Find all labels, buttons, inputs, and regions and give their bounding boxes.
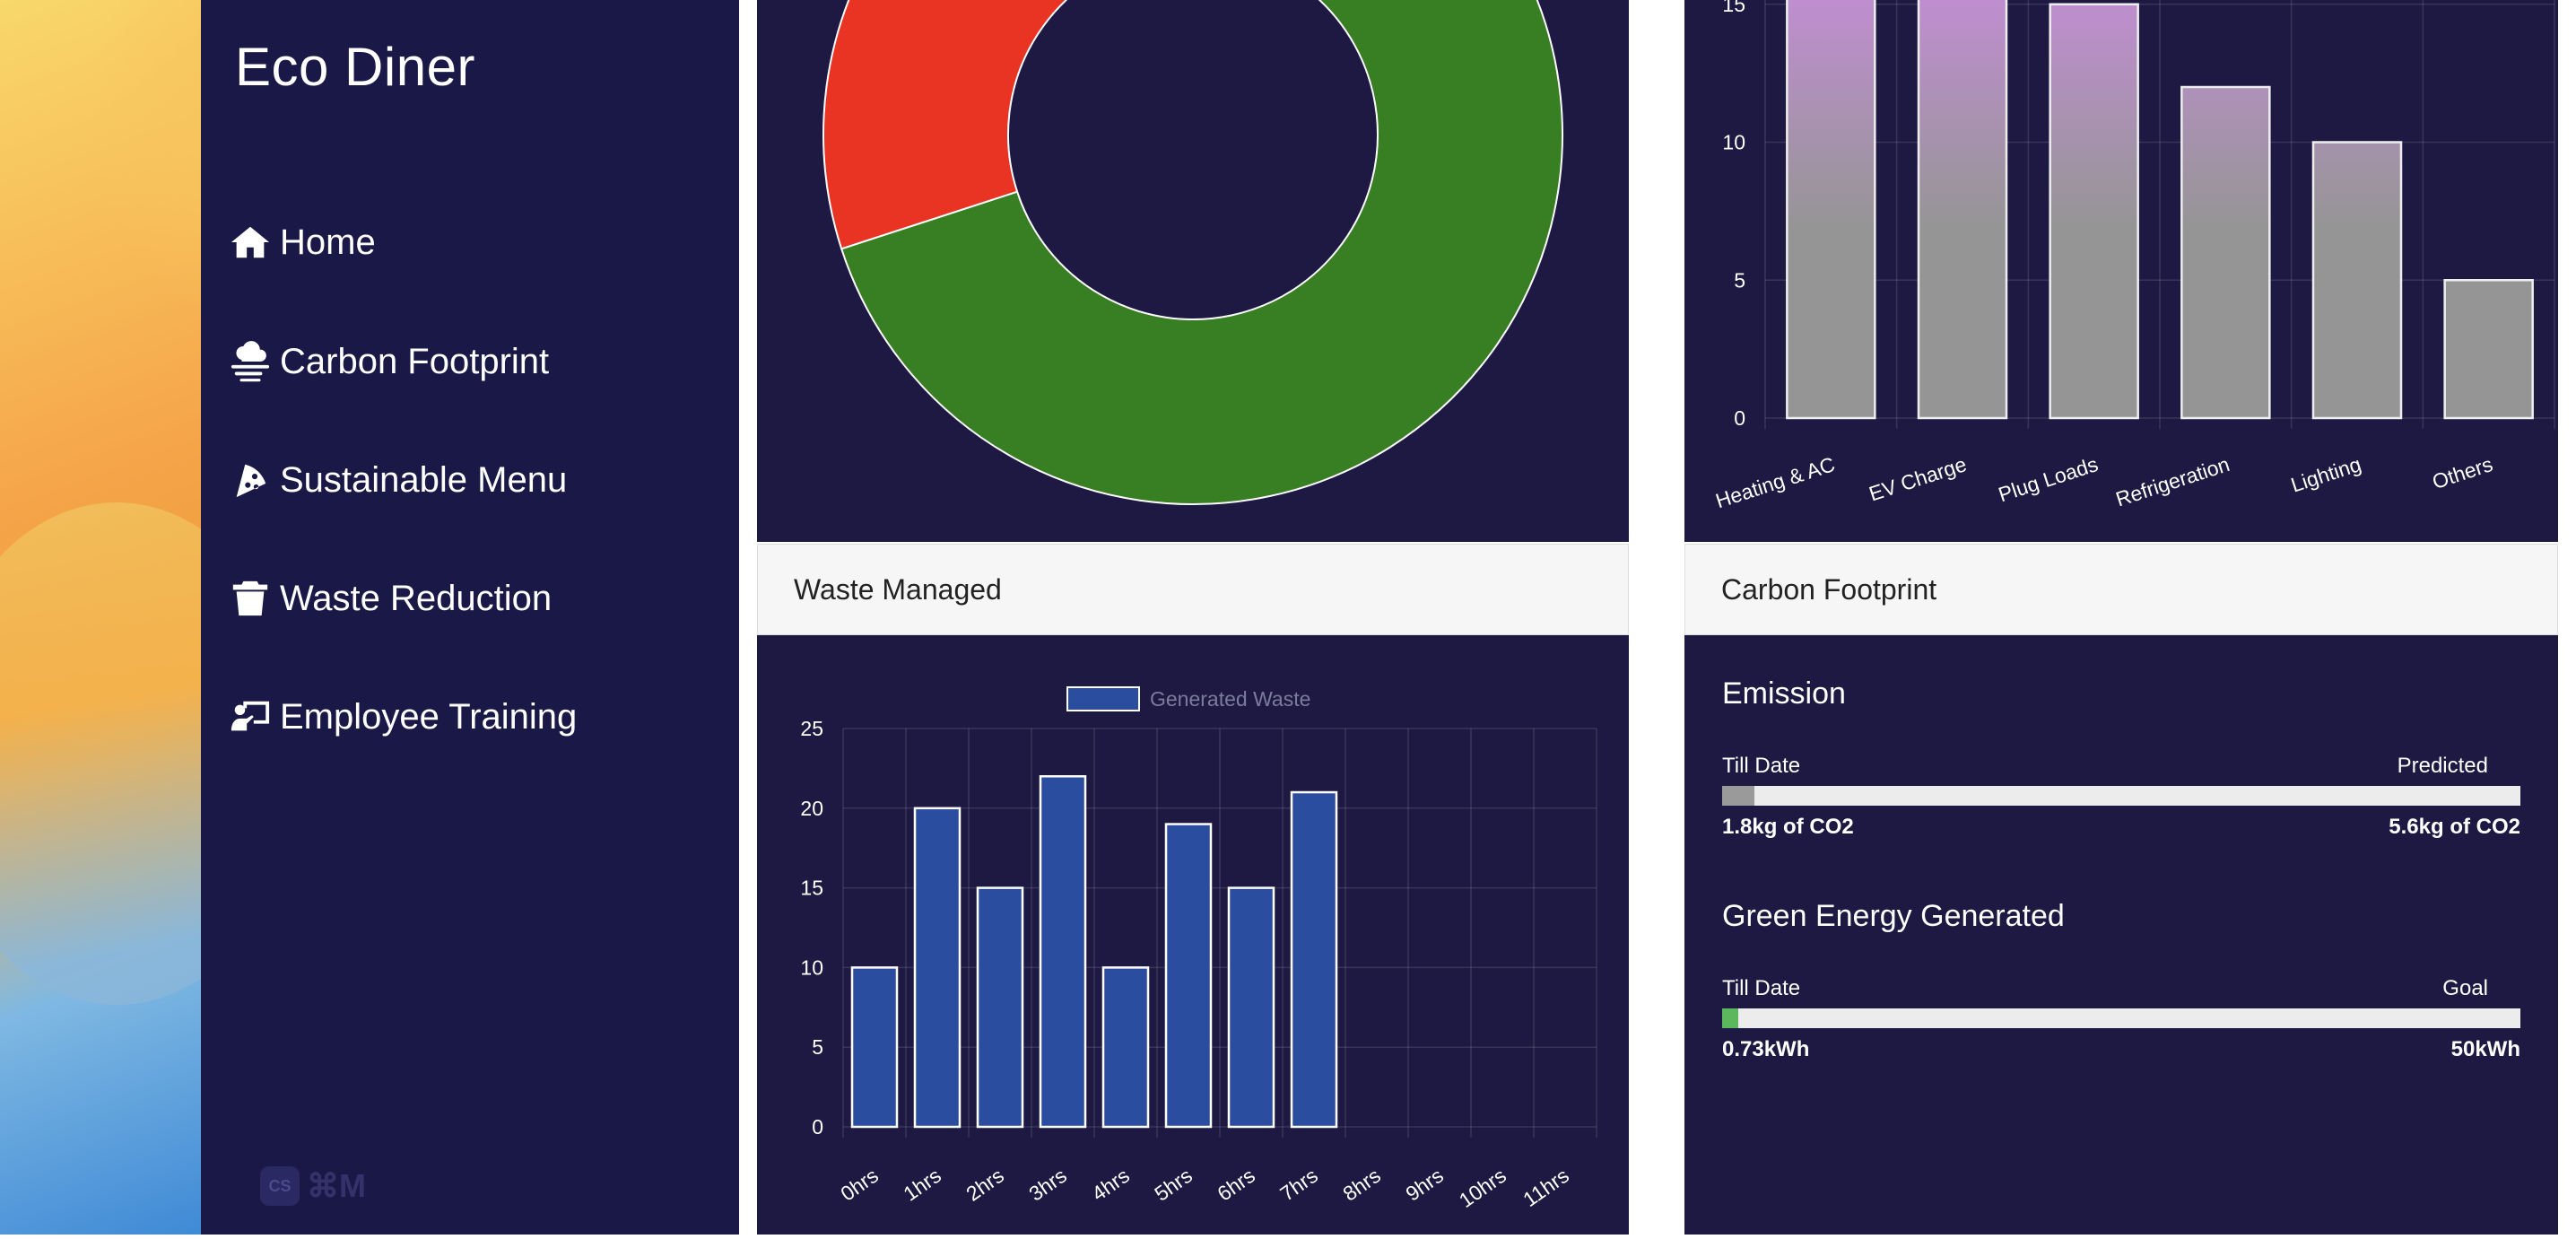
- green-energy-right-value: 50kWh: [2450, 1037, 2520, 1061]
- waste-bar[interactable]: [1164, 823, 1213, 1129]
- chalkboard-teacher-icon: [231, 701, 270, 731]
- y-tick-label: 5: [812, 1035, 823, 1059]
- sidebar-item-label: Carbon Footprint: [280, 341, 550, 381]
- energy-bar-chart: 0 5 10 15 Heating & AC EV Charge Plug Loads Ref…: [1713, 0, 2555, 512]
- carbon-footprint-panel: Emission Till Date Predicted 1.8kg of CO…: [1684, 635, 2558, 1235]
- sidebar-item-employee-training[interactable]: Employee Training: [230, 685, 577, 748]
- y-tick-label: 10: [800, 955, 823, 979]
- sidebar-item-label: Home: [280, 222, 376, 262]
- home-icon: [231, 226, 270, 258]
- carbon-panel-title: Carbon Footprint: [1721, 572, 1937, 606]
- sidebar-item-waste-reduction[interactable]: Waste Reduction: [230, 567, 552, 630]
- waste-chart-panel: Generated Waste 0 5 10 15 20 25 0hrs 1hrs 2hrs 3hr…: [757, 635, 1629, 1235]
- x-tick-label: 1hrs: [899, 1164, 945, 1206]
- x-tick-label: Lighting: [2288, 452, 2364, 497]
- x-tick-label: Others: [2430, 452, 2496, 493]
- sidebar-item-label: Waste Reduction: [280, 578, 553, 618]
- green-energy-heading: Green Energy Generated: [1722, 899, 2065, 933]
- green-energy-left-label: Till Date: [1722, 976, 1801, 1000]
- emission-right-label: Predicted: [2397, 754, 2488, 778]
- waste-panel-title: Waste Managed: [794, 572, 1002, 606]
- emission-progress-bar: [1722, 786, 2520, 806]
- sidebar: Eco Diner Home Carbon Footprint Sustaina…: [201, 0, 739, 1235]
- x-tick-label: 0hrs: [836, 1164, 883, 1206]
- waste-bar[interactable]: [913, 807, 962, 1129]
- y-tick-label: 20: [800, 797, 823, 820]
- waste-bar[interactable]: [1101, 966, 1150, 1129]
- energy-bar[interactable]: [1917, 0, 2008, 420]
- waste-bar-chart: Generated Waste 0 5 10 15 20 25 0hrs 1hrs 2hrs 3hr…: [800, 686, 1597, 1212]
- x-tick-label: 8hrs: [1338, 1164, 1385, 1206]
- energy-bar[interactable]: [2180, 85, 2271, 420]
- shortcut-text: ⌘M: [307, 1167, 366, 1204]
- y-tick-label: 0: [812, 1115, 823, 1139]
- x-tick-label: Refrigeration: [2113, 452, 2232, 510]
- x-tick-label: Heating & AC: [1713, 452, 1838, 512]
- emission-progress-fill: [1722, 786, 1754, 806]
- sidebar-item-label: Employee Training: [280, 696, 578, 737]
- waste-bar[interactable]: [1227, 886, 1275, 1129]
- y-tick-label: 10: [1722, 131, 1745, 154]
- x-tick-label: 4hrs: [1087, 1164, 1134, 1206]
- donut-chart: [822, 0, 1563, 505]
- trash-icon: [232, 580, 268, 616]
- y-tick-label: 0: [1734, 406, 1745, 430]
- green-energy-progress-bar: [1722, 1008, 2520, 1028]
- energy-bar[interactable]: [1786, 0, 1876, 420]
- emission-left-label: Till Date: [1722, 754, 1801, 778]
- energy-bar[interactable]: [2049, 3, 2139, 420]
- sidebar-item-sustainable-menu[interactable]: Sustainable Menu: [230, 449, 567, 511]
- shortcut-hint: CS ⌘M: [260, 1166, 366, 1206]
- shortcut-badge: CS: [260, 1166, 300, 1206]
- pizza-slice-icon: [236, 464, 266, 498]
- waste-panel-header: Waste Managed: [757, 544, 1629, 635]
- app-brand: Eco Diner: [235, 37, 475, 97]
- sidebar-item-label: Sustainable Menu: [280, 459, 568, 500]
- waste-bar[interactable]: [1039, 775, 1087, 1129]
- energy-bar[interactable]: [2443, 279, 2534, 420]
- cloud-smog-icon: [231, 341, 270, 382]
- waste-bar[interactable]: [850, 966, 899, 1129]
- y-tick-label: 5: [1734, 268, 1745, 292]
- green-energy-progress-fill: [1722, 1008, 1738, 1028]
- x-tick-label: 9hrs: [1401, 1164, 1448, 1206]
- x-tick-label: EV Charge: [1867, 452, 1970, 505]
- x-tick-label: 10hrs: [1455, 1164, 1510, 1212]
- chart-legend[interactable]: Generated Waste: [1066, 686, 1310, 711]
- emission-left-value: 1.8kg of CO2: [1722, 815, 1854, 839]
- desktop-wallpaper: [0, 0, 305, 1235]
- x-tick-label: 11hrs: [1519, 1164, 1573, 1211]
- x-tick-label: 6hrs: [1213, 1164, 1259, 1206]
- green-energy-left-value: 0.73kWh: [1722, 1037, 1810, 1061]
- x-tick-label: 2hrs: [962, 1164, 1008, 1206]
- x-tick-label: 5hrs: [1150, 1164, 1197, 1206]
- carbon-panel-header: Carbon Footprint: [1684, 544, 2558, 635]
- y-tick-label: 15: [800, 877, 823, 900]
- y-tick-label: 25: [800, 717, 823, 740]
- sidebar-item-carbon-footprint[interactable]: Carbon Footprint: [230, 330, 549, 393]
- waste-bar[interactable]: [1290, 790, 1338, 1129]
- green-energy-right-label: Goal: [2442, 976, 2488, 1000]
- emission-right-value: 5.6kg of CO2: [2389, 815, 2520, 839]
- waste-bar[interactable]: [976, 886, 1024, 1129]
- legend-swatch: [1066, 686, 1140, 711]
- x-tick-label: 3hrs: [1024, 1164, 1071, 1206]
- energy-bar[interactable]: [2311, 141, 2403, 420]
- y-tick-label: 15: [1722, 0, 1745, 16]
- sidebar-item-home[interactable]: Home: [230, 211, 376, 274]
- emission-heading: Emission: [1722, 676, 1846, 711]
- x-tick-label: 7hrs: [1275, 1164, 1322, 1206]
- legend-label: Generated Waste: [1150, 687, 1310, 711]
- energy-bar-chart-panel: 0 5 10 15 Heating & AC EV Charge Plug Loads Ref…: [1684, 0, 2558, 542]
- donut-chart-panel: [757, 0, 1629, 542]
- x-tick-label: Plug Loads: [1996, 452, 2101, 506]
